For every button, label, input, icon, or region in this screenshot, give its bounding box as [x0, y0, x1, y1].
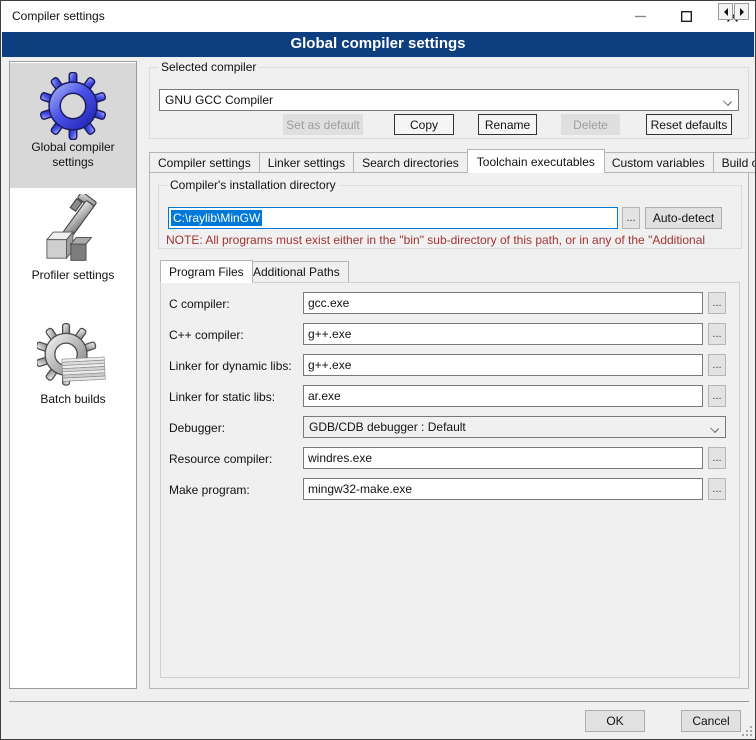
- linker-dynamic-browse-button[interactable]: ...: [708, 354, 726, 376]
- delete-button: Delete: [561, 114, 620, 135]
- maximize-button[interactable]: [663, 1, 709, 31]
- installation-directory-value: C:\raylib\MinGW: [171, 210, 262, 226]
- selected-compiler-group-label: Selected compiler: [158, 60, 259, 74]
- installation-directory-browse-button[interactable]: ...: [622, 207, 640, 229]
- sidebar-item-label: Profiler settings: [10, 268, 136, 283]
- copy-button[interactable]: Copy: [394, 114, 454, 135]
- make-program-browse-button[interactable]: ...: [708, 478, 726, 500]
- tab-compiler-settings[interactable]: Compiler settings: [149, 152, 260, 173]
- set-as-default-button: Set as default: [283, 114, 363, 135]
- linker-static-input[interactable]: [303, 385, 703, 407]
- linker-dynamic-label: Linker for dynamic libs:: [169, 359, 292, 373]
- debugger-label: Debugger:: [169, 421, 225, 435]
- installation-directory-input[interactable]: C:\raylib\MinGW: [168, 207, 618, 229]
- resource-compiler-input[interactable]: [303, 447, 703, 469]
- sidebar-item-batch-builds[interactable]: Batch builds: [10, 312, 136, 436]
- arrow-right-icon: [740, 8, 744, 16]
- tab-custom-variables[interactable]: Custom variables: [604, 152, 714, 173]
- selected-compiler-value: GNU GCC Compiler: [165, 93, 273, 107]
- program-files-panel: C compiler: ... C++ compiler: ... Linker…: [160, 282, 740, 678]
- make-program-input[interactable]: [303, 478, 703, 500]
- cancel-button[interactable]: Cancel: [681, 710, 741, 732]
- tab-build-options[interactable]: Build options: [714, 152, 756, 173]
- batch-builds-icon: [37, 322, 109, 392]
- linker-static-label: Linker for static libs:: [169, 390, 275, 404]
- c-compiler-browse-button[interactable]: ...: [708, 292, 726, 314]
- installation-directory-group-label: Compiler's installation directory: [167, 178, 339, 192]
- debugger-combo[interactable]: GDB/CDB debugger : Default: [303, 416, 726, 438]
- maximize-icon: [681, 11, 692, 22]
- make-program-label: Make program:: [169, 483, 250, 497]
- sidebar-item-global-compiler-settings[interactable]: Global compiler settings: [10, 63, 136, 188]
- sidebar-item-label: Global compiler settings: [10, 140, 136, 170]
- sidebar-listbox[interactable]: Global compiler settings: [9, 61, 137, 689]
- ok-button[interactable]: OK: [585, 710, 645, 732]
- bin-subdirectory-note: NOTE: All programs must exist either in …: [166, 233, 742, 247]
- resource-compiler-browse-button[interactable]: ...: [708, 447, 726, 469]
- sidebar-item-profiler-settings[interactable]: Profiler settings: [10, 188, 136, 312]
- tab-scroll-right-button[interactable]: [734, 3, 749, 20]
- blue-gear-icon: [39, 72, 107, 140]
- footer-divider: [9, 701, 749, 702]
- c-compiler-input[interactable]: [303, 292, 703, 314]
- chevron-down-icon: [724, 98, 731, 105]
- sidebar-item-label: Batch builds: [10, 392, 136, 407]
- minimize-button[interactable]: [617, 1, 663, 31]
- minimize-icon: [635, 11, 646, 22]
- linker-dynamic-input[interactable]: [303, 354, 703, 376]
- arrow-left-icon: [724, 8, 728, 16]
- cpp-compiler-browse-button[interactable]: ...: [708, 323, 726, 345]
- window-title: Compiler settings: [12, 9, 105, 23]
- linker-static-browse-button[interactable]: ...: [708, 385, 726, 407]
- tab-scroll-left-button[interactable]: [718, 3, 733, 20]
- subtab-program-files[interactable]: Program Files: [160, 260, 253, 283]
- tab-toolchain-executables[interactable]: Toolchain executables: [467, 149, 605, 173]
- resource-compiler-label: Resource compiler:: [169, 452, 272, 466]
- caliper-icon: [38, 194, 108, 268]
- cpp-compiler-label: C++ compiler:: [169, 328, 244, 342]
- c-compiler-label: C compiler:: [169, 297, 230, 311]
- toolchain-executables-panel: Compiler's installation directory C:\ray…: [149, 172, 749, 689]
- reset-defaults-button[interactable]: Reset defaults: [646, 114, 732, 135]
- titlebar[interactable]: Compiler settings: [1, 1, 755, 32]
- rename-button[interactable]: Rename: [478, 114, 537, 135]
- tab-search-directories[interactable]: Search directories: [354, 152, 468, 173]
- tab-linker-settings[interactable]: Linker settings: [260, 152, 354, 173]
- subtab-additional-paths[interactable]: Additional Paths: [244, 261, 349, 283]
- cpp-compiler-input[interactable]: [303, 323, 703, 345]
- resize-grip[interactable]: [742, 726, 752, 736]
- page-title: Global compiler settings: [2, 32, 754, 57]
- settings-tabstrip: Compiler settings Linker settings Search…: [149, 150, 756, 173]
- auto-detect-button[interactable]: Auto-detect: [645, 207, 722, 229]
- debugger-value: GDB/CDB debugger : Default: [309, 420, 466, 434]
- selected-compiler-combo[interactable]: GNU GCC Compiler: [159, 89, 739, 111]
- chevron-down-icon: [711, 425, 718, 432]
- compiler-settings-window: Compiler settings Global compiler settin…: [0, 0, 756, 740]
